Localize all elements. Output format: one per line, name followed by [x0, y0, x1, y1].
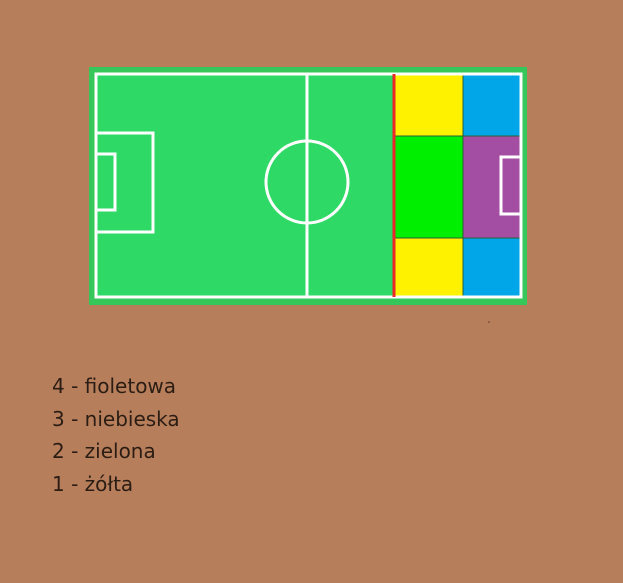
zone-purple-middle — [463, 136, 520, 238]
legend-item-1: 1 - żółta — [52, 471, 134, 496]
zone-yellow-top — [395, 74, 463, 136]
zone-yellow-bottom — [395, 238, 463, 297]
small-dot — [488, 321, 490, 323]
zone-blue-top — [463, 74, 520, 136]
legend-item-2: 2 - zielona — [52, 439, 156, 463]
legend-item-3: 3 - niebieska — [52, 406, 180, 431]
legend-item-4: 4 - fioletowa — [52, 374, 177, 398]
zone-blue-bottom — [463, 238, 520, 297]
zone-green-middle — [395, 136, 463, 238]
color-legend: 4 - fioletowa 3 - niebieska 2 - zielona … — [52, 370, 180, 500]
